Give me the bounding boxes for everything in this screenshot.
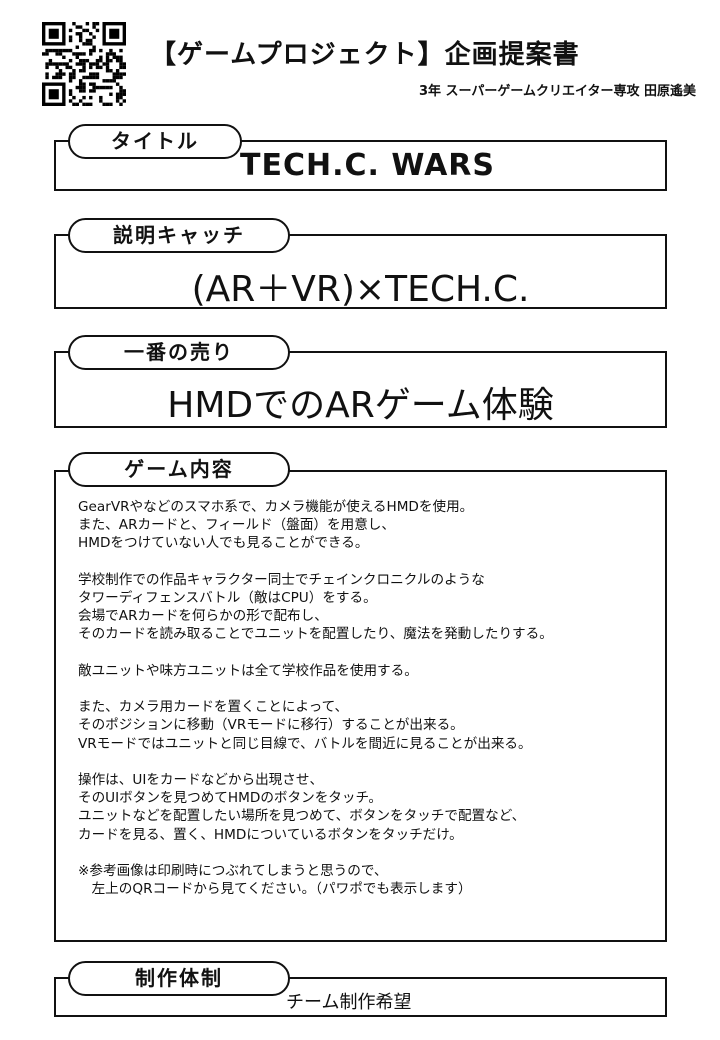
content-line: また、ARカードと、フィールド（盤面）を用意し、 — [78, 517, 395, 534]
selling-value: HMDでのARゲーム体験 — [167, 385, 554, 426]
title-value: TECH.C. WARS — [240, 148, 496, 183]
content-line: カードを見る、置く、HMDについているボタンをタッチだけ。 — [78, 826, 463, 843]
content-line: 学校制作での作品キャラクター同士でチェインクロニクルのような — [78, 571, 485, 588]
content-line: そのポジションに移動（VRモードに移行）することが出来る。 — [78, 717, 464, 734]
author-line: 3年 スーパーゲームクリエイター専攻 田原遙美 — [418, 84, 696, 99]
content-line: HMDをつけていない人でも見ることができる。 — [78, 535, 369, 552]
content-line: 会場でARカードを何らかの形で配布し、 — [78, 608, 328, 625]
content-line: 左上のQRコードから見てください。（パワポでも表示します） — [78, 881, 472, 898]
content-body: GearVRやなどのスマホ系で、カメラ機能が使えるHMDを使用。 また、ARカード… — [78, 498, 658, 898]
content-line: また、カメラ用カードを置くことによって、 — [78, 699, 349, 716]
content-line: 敵ユニットや味方ユニットは全て学校作品を使用する。 — [78, 662, 418, 679]
page-title: 【ゲームプロジェクト】企画提案書 — [150, 40, 580, 70]
content-tag: ゲーム内容 — [68, 452, 290, 487]
catch-tag: 説明キャッチ — [68, 218, 290, 253]
title-tag: タイトル — [68, 124, 242, 159]
content-line: 操作は、UIをカードなどから出現させ、 — [78, 771, 324, 788]
content-line — [78, 644, 658, 662]
selling-tag: 一番の売り — [68, 335, 290, 370]
content-line — [78, 844, 658, 862]
content-line — [78, 753, 658, 771]
team-value: チーム制作希望 — [286, 992, 412, 1013]
content-line — [78, 553, 658, 571]
team-tag: 制作体制 — [68, 961, 290, 996]
content-line: ※参考画像は印刷時につぶれてしまうと思うので、 — [78, 862, 388, 879]
content-line: そのUIボタンを見つめてHMDのボタンをタッチ。 — [78, 790, 382, 807]
catch-value: (AR＋VR)×TECH.C. — [191, 269, 530, 310]
content-line: GearVRやなどのスマホ系で、カメラ機能が使えるHMDを使用。 — [78, 499, 474, 515]
content-line — [78, 680, 658, 698]
content-line: ユニットなどを配置したい場所を見つめて、ボタンをタッチで配置など、 — [78, 808, 526, 825]
content-line: タワーディフェンスバトル（敵はCPU）をする。 — [78, 590, 377, 606]
qr-code-icon — [42, 22, 127, 107]
content-line: VRモードではユニットと同じ目線で、バトルを間近に見ることが出来る。 — [78, 735, 532, 752]
content-line: そのカードを読み取ることでユニットを配置したり、魔法を発動したりする。 — [78, 626, 553, 643]
